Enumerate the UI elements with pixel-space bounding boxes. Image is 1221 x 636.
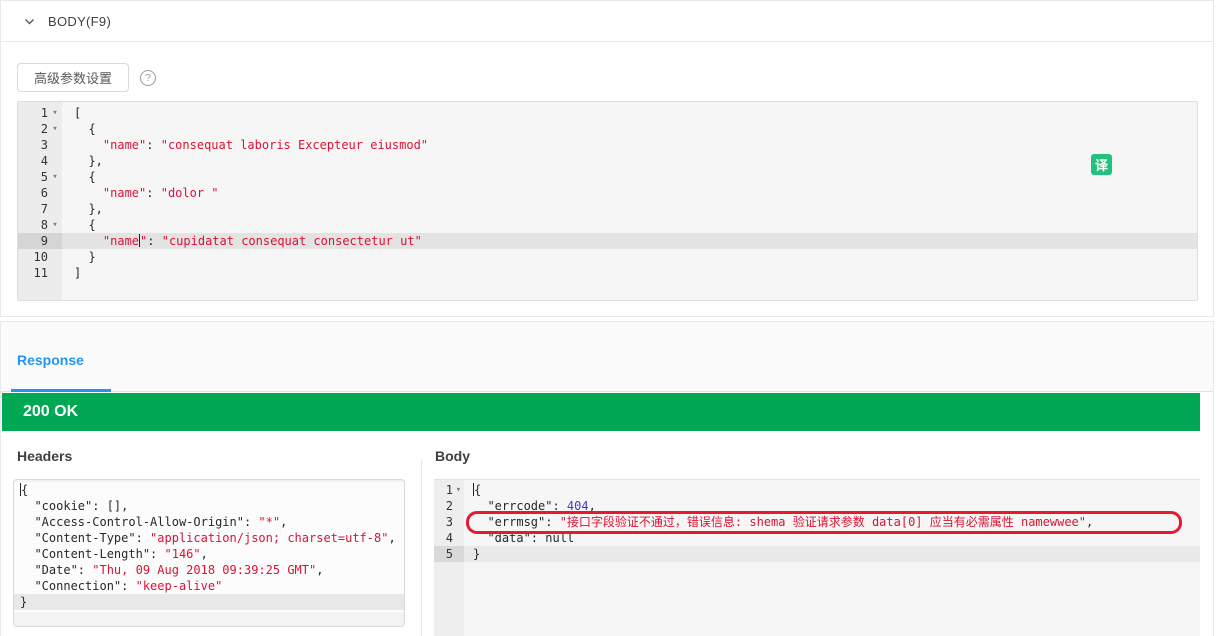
code-line: "Connection": "keep-alive" [14, 578, 404, 594]
tab-response[interactable]: Response [17, 352, 84, 368]
code-line: } [14, 594, 404, 610]
line-number: 7 [18, 201, 62, 217]
line-number: 9 [18, 233, 62, 249]
code-line: 2▾ { [18, 121, 1197, 137]
code-line: "Content-Type": "application/json; chars… [14, 530, 404, 546]
code-line: 3 "errmsg": "接口字段验证不通过，错误信息: shema 验证请求参… [434, 514, 1200, 530]
line-number: 5 [434, 546, 464, 562]
fold-spacer [48, 153, 62, 169]
panel-header[interactable]: BODY(F9) [1, 1, 1213, 42]
code-line: "Date": "Thu, 09 Aug 2018 09:39:25 GMT", [14, 562, 404, 578]
status-bar: 200 OK [2, 393, 1200, 431]
chevron-down-icon[interactable] [23, 15, 36, 28]
fold-spacer [453, 530, 464, 546]
fold-spacer [48, 185, 62, 201]
code-line: 2 "errcode": 404, [434, 498, 1200, 514]
code-line: 4 "data": null [434, 530, 1200, 546]
line-number: 8▾ [18, 217, 62, 233]
line-number: 11 [18, 265, 62, 281]
line-number: 1▾ [434, 482, 464, 498]
advanced-params-button[interactable]: 高级参数设置 [17, 63, 129, 92]
response-headers-editor[interactable]: { "cookie": [], "Access-Control-Allow-Or… [13, 479, 405, 627]
fold-arrow-icon[interactable]: ▾ [48, 105, 62, 121]
code-line: 4 }, [18, 153, 1197, 169]
fold-spacer [453, 546, 464, 562]
code-line: 5▾ { [18, 169, 1197, 185]
code-line: "cookie": [], [14, 498, 404, 514]
fold-spacer [453, 498, 464, 514]
translate-badge[interactable]: 译 [1091, 154, 1112, 175]
line-number: 4 [18, 153, 62, 169]
code-line: 7 }, [18, 201, 1197, 217]
fold-spacer [48, 233, 62, 249]
fold-arrow-icon[interactable]: ▾ [453, 482, 464, 498]
line-number: 2 [434, 498, 464, 514]
code-line: 10 } [18, 249, 1197, 265]
code-line: "Access-Control-Allow-Origin": "*", [14, 514, 404, 530]
fold-spacer [48, 137, 62, 153]
fold-arrow-icon[interactable]: ▾ [48, 217, 62, 233]
line-number: 2▾ [18, 121, 62, 137]
tab-ink-bar [11, 389, 111, 392]
line-number: 5▾ [18, 169, 62, 185]
fold-spacer [453, 514, 464, 530]
line-number: 4 [434, 530, 464, 546]
code-line: 5} [434, 546, 1200, 562]
line-number: 1▾ [18, 105, 62, 121]
column-divider [421, 460, 422, 636]
request-json-editor[interactable]: 1▾[2▾ {3 "name": "consequat laboris Exce… [17, 101, 1198, 301]
code-line: { [14, 482, 404, 498]
line-number: 3 [434, 514, 464, 530]
panel-title: BODY(F9) [48, 14, 111, 29]
response-tabbar: Response [1, 322, 1213, 392]
code-line: 1▾{ [434, 482, 1200, 498]
line-number: 6 [18, 185, 62, 201]
fold-spacer [48, 201, 62, 217]
headers-label: Headers [17, 448, 72, 464]
help-icon[interactable]: ? [140, 70, 156, 86]
status-code: 200 OK [23, 403, 78, 421]
fold-spacer [48, 249, 62, 265]
response-panel: Response 200 OK Headers Body { "cookie":… [0, 321, 1214, 636]
response-body-editor[interactable]: 1▾{2 "errcode": 404,3 "errmsg": "接口字段验证不… [434, 479, 1200, 636]
code-line: 6 "name": "dolor " [18, 185, 1197, 201]
body-label: Body [435, 448, 470, 464]
code-line: 3 "name": "consequat laboris Excepteur e… [18, 137, 1197, 153]
fold-arrow-icon[interactable]: ▾ [48, 121, 62, 137]
code-line: 9 "name": "cupidatat consequat consectet… [18, 233, 1197, 249]
line-number: 3 [18, 137, 62, 153]
code-line: 1▾[ [18, 105, 1197, 121]
request-body-panel: BODY(F9) 高级参数设置 ? 1▾[2▾ {3 "name": "cons… [0, 0, 1214, 317]
fold-spacer [48, 265, 62, 281]
code-line: 8▾ { [18, 217, 1197, 233]
fold-arrow-icon[interactable]: ▾ [48, 169, 62, 185]
code-line: "Content-Length": "146", [14, 546, 404, 562]
line-number: 10 [18, 249, 62, 265]
code-line: 11] [18, 265, 1197, 281]
